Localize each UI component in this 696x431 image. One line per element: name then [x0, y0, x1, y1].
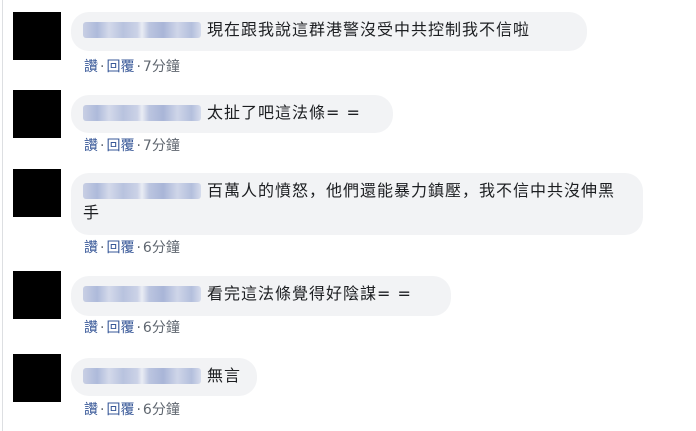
like-link[interactable]: 讚	[84, 240, 98, 256]
comment-bubble: 無言	[71, 358, 257, 396]
comment-timestamp[interactable]: 6分鐘	[143, 240, 180, 256]
like-link[interactable]: 讚	[84, 138, 98, 154]
reply-link[interactable]: 回覆	[106, 138, 134, 154]
like-link[interactable]: 讚	[84, 320, 98, 336]
comment-bubble: 看完這法條覺得好陰謀= =	[71, 276, 451, 316]
like-link[interactable]: 讚	[84, 402, 98, 418]
avatar[interactable]	[13, 12, 61, 60]
separator: ·	[136, 59, 141, 75]
comment-actions: 讚 · 回覆 · 7分鐘	[84, 137, 180, 155]
commenter-name-blurred[interactable]	[83, 286, 201, 302]
avatar[interactable]	[13, 169, 61, 217]
separator: ·	[100, 138, 105, 154]
avatar[interactable]	[13, 354, 61, 402]
like-link[interactable]: 讚	[84, 59, 98, 75]
comment-text: 無言	[207, 366, 242, 385]
thread-left-border	[2, 0, 3, 431]
separator: ·	[100, 402, 105, 418]
commenter-name-blurred[interactable]	[83, 22, 201, 38]
comment-text: 太扯了吧這法條= =	[207, 103, 361, 122]
separator: ·	[100, 59, 105, 75]
reply-link[interactable]: 回覆	[106, 320, 134, 336]
comment-timestamp[interactable]: 7分鐘	[143, 138, 180, 154]
commenter-name-blurred[interactable]	[83, 105, 201, 121]
comment-bubble: 太扯了吧這法條= =	[71, 95, 393, 133]
comment-actions: 讚 · 回覆 · 6分鐘	[84, 319, 180, 337]
comment-actions: 讚 · 回覆 · 6分鐘	[84, 239, 180, 257]
separator: ·	[100, 240, 105, 256]
comment-actions: 讚 · 回覆 · 6分鐘	[84, 401, 180, 419]
reply-link[interactable]: 回覆	[106, 240, 134, 256]
comment-text: 現在跟我說這群港警沒受中共控制我不信啦	[207, 20, 531, 39]
commenter-name-blurred[interactable]	[83, 368, 201, 384]
commenter-name-blurred[interactable]	[83, 183, 201, 199]
separator: ·	[136, 138, 141, 154]
reply-link[interactable]: 回覆	[106, 59, 134, 75]
reply-link[interactable]: 回覆	[106, 402, 134, 418]
comment-timestamp[interactable]: 6分鐘	[143, 320, 180, 336]
separator: ·	[100, 320, 105, 336]
comment-timestamp[interactable]: 6分鐘	[143, 402, 180, 418]
comment-bubble: 現在跟我說這群港警沒受中共控制我不信啦	[71, 12, 587, 51]
avatar[interactable]	[13, 90, 61, 138]
comment-timestamp[interactable]: 7分鐘	[143, 59, 180, 75]
avatar[interactable]	[13, 271, 61, 319]
separator: ·	[136, 402, 141, 418]
comment-text: 看完這法條覺得好陰謀= =	[207, 284, 412, 303]
comment-bubble: 百萬人的憤怒，他們還能暴力鎮壓，我不信中共沒伸黑手	[71, 173, 643, 235]
separator: ·	[136, 240, 141, 256]
separator: ·	[136, 320, 141, 336]
comment-actions: 讚 · 回覆 · 7分鐘	[84, 58, 180, 76]
